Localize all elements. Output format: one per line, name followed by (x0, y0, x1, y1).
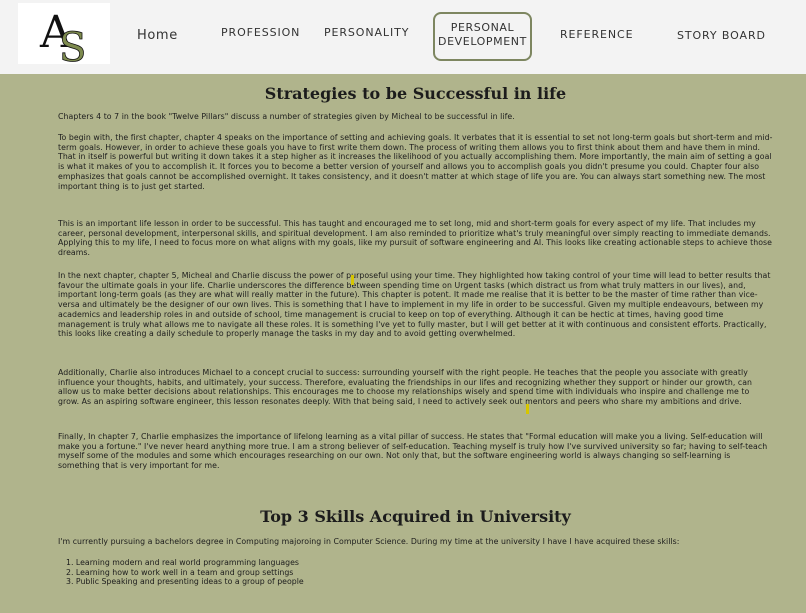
chapter4-paragraph: To begin with, the first chapter, chapte… (58, 133, 773, 191)
intro-paragraph: Chapters 4 to 7 in the book "Twelve Pill… (58, 112, 515, 121)
nav-story-board[interactable]: STORY BOARD (677, 29, 766, 42)
nav-reference[interactable]: REFERENCE (560, 28, 633, 41)
skill-text: Public Speaking and presenting ideas to … (75, 577, 304, 587)
skill-text: Learning modern and real world programmi… (75, 558, 299, 567)
strategies-title: Strategies to be Successful in life (264, 84, 567, 103)
skills-list: 1. Learning modern and real world progra… (66, 558, 304, 587)
nav-profession[interactable]: PROFESSION (221, 26, 300, 39)
text-cursor-marker (351, 275, 354, 285)
relationships-paragraph: Additionally, Charlie also introduces Mi… (58, 368, 753, 407)
nav-personal-development[interactable]: PERSONAL DEVELOPMENT (433, 12, 532, 61)
nav-personal-line2: DEVELOPMENT (438, 35, 527, 48)
goals-reflection-paragraph: This is an important life lesson in orde… (58, 219, 773, 258)
site-logo[interactable]: A S (18, 3, 110, 64)
text-cursor-marker (526, 404, 529, 414)
skills-title: Top 3 Skills Acquired in University (260, 507, 571, 526)
skill-text: Learning how to work well in a team and … (75, 567, 294, 577)
skill-item: 1. Learning modern and real world progra… (66, 558, 299, 567)
skill-item: 3. Public Speaking and presenting ideas … (66, 577, 304, 587)
nav-personal-line1: PERSONAL (450, 21, 515, 34)
nav-home[interactable]: Home (137, 28, 178, 43)
logo-mark-icon: A S (39, 7, 87, 64)
svg-text:S: S (59, 25, 86, 64)
chapter5-paragraph: In the next chapter, chapter 5, Micheal … (58, 271, 771, 339)
skills-intro: I'm currently pursuing a bachelors degre… (58, 537, 680, 546)
chapter7-paragraph: Finally, In chapter 7, Charlie emphasize… (58, 432, 768, 471)
nav-personality[interactable]: PERSONALITY (324, 26, 409, 39)
site-header: A S Home PROFESSION PERSONALITY PERSONAL… (0, 0, 806, 74)
skill-item: 2. Learning how to work well in a team a… (66, 567, 294, 577)
